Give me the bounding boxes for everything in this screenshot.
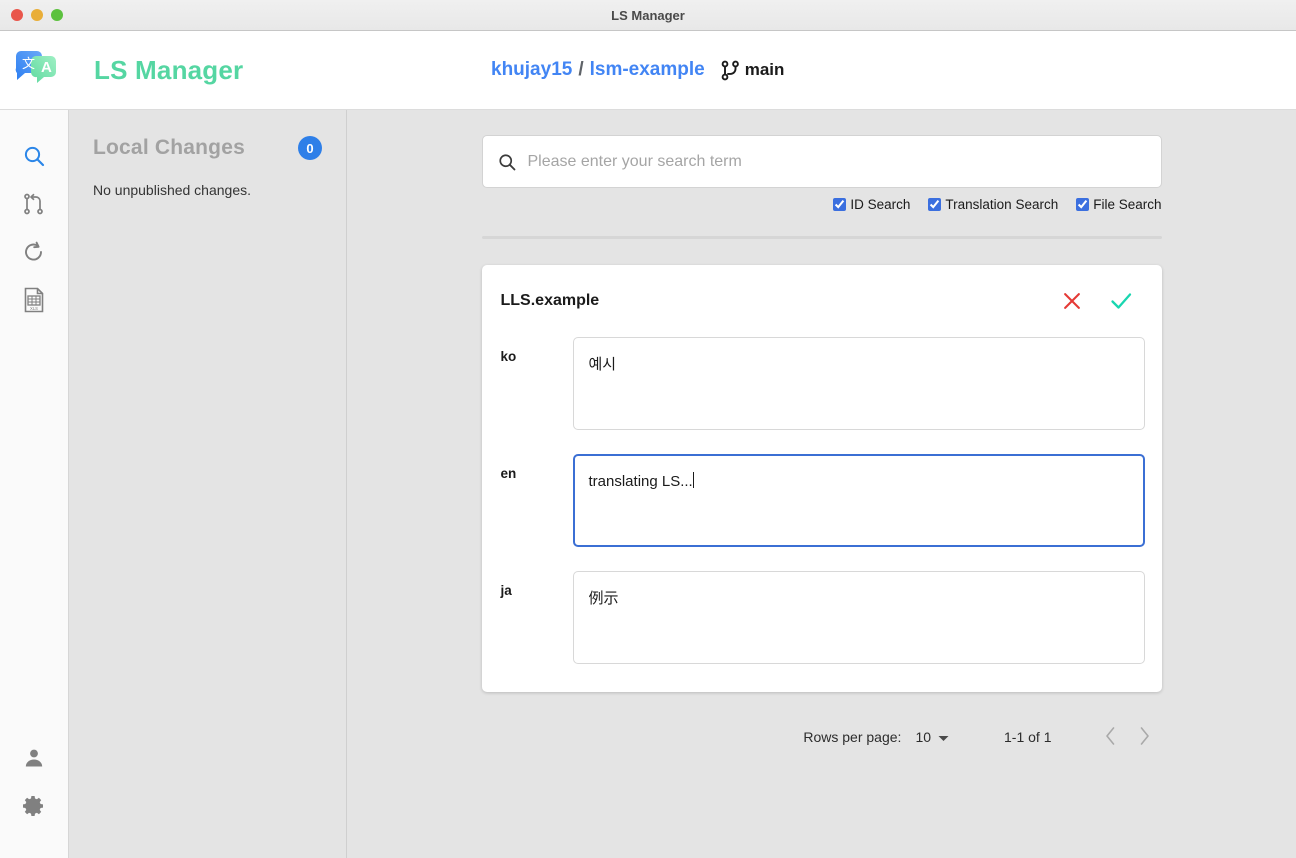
git-branch-icon — [721, 60, 740, 81]
local-changes-title: Local Changes — [93, 136, 245, 159]
rail-item-account[interactable] — [11, 736, 57, 784]
svg-text:文: 文 — [22, 57, 35, 72]
translation-field-ko-input[interactable]: 예시 — [572, 337, 1145, 430]
local-changes-panel: Local Changes 0 No unpublished changes. — [69, 110, 347, 858]
refresh-icon — [22, 240, 46, 269]
breadcrumb: khujay15 / lsm-example main — [491, 59, 784, 81]
translation-field-ko-value: 예시 — [588, 356, 617, 373]
translation-entry-card: LLS.example ko 예시 en translating LS... j… — [481, 265, 1162, 692]
translation-field-ja-input[interactable]: 例示 — [572, 571, 1145, 664]
xls-file-icon: XLS — [22, 287, 46, 318]
rows-per-page-value: 10 — [915, 729, 932, 745]
filter-file-search-checkbox[interactable] — [1076, 198, 1090, 211]
app-body: XLS Local Changes 0 No unpublished chang… — [0, 110, 1296, 858]
local-changes-count-badge: 0 — [298, 136, 322, 160]
pull-request-icon — [22, 192, 46, 221]
section-divider — [481, 236, 1162, 239]
local-changes-empty-message: No unpublished changes. — [93, 182, 252, 198]
breadcrumb-separator: / — [578, 59, 584, 80]
filter-translation-search[interactable]: Translation Search — [928, 197, 1058, 212]
rail-item-xls-export[interactable]: XLS — [11, 278, 57, 326]
search-bar[interactable] — [481, 135, 1162, 188]
filter-file-search-label: File Search — [1093, 197, 1162, 212]
content-column: ID Search Translation Search File Search — [481, 110, 1162, 754]
confirm-icon[interactable] — [1109, 289, 1133, 313]
filter-translation-search-label: Translation Search — [945, 197, 1059, 212]
window-title: LS Manager — [611, 7, 685, 23]
card-header: LLS.example — [482, 289, 1162, 313]
search-input[interactable] — [527, 152, 1147, 171]
breadcrumb-owner[interactable]: khujay15 — [491, 59, 572, 81]
search-icon — [497, 152, 517, 172]
rows-per-page-label: Rows per page: — [803, 729, 902, 745]
rail-item-search[interactable] — [11, 134, 57, 182]
chevron-down-icon — [938, 729, 949, 745]
page-range-label: 1-1 of 1 — [1004, 729, 1052, 745]
app-logo: 文 A — [0, 48, 69, 93]
search-filters: ID Search Translation Search File Search — [482, 197, 1162, 212]
rail-bottom-group — [11, 736, 57, 858]
translate-icon: 文 A — [13, 48, 57, 93]
local-changes-header: Local Changes 0 — [93, 136, 322, 160]
pagination: Rows per page: 10 1-1 of 1 — [482, 720, 1162, 754]
filter-id-search-checkbox[interactable] — [833, 198, 847, 211]
app-header: 文 A LS Manager khujay15 / lsm-example ma… — [0, 31, 1296, 110]
next-page-button[interactable] — [1128, 720, 1162, 754]
text-cursor — [692, 472, 694, 488]
svg-text:A: A — [41, 59, 52, 76]
filter-translation-search-checkbox[interactable] — [928, 198, 942, 211]
chevron-left-icon — [1105, 726, 1116, 748]
chevron-right-icon — [1139, 726, 1150, 748]
translation-field-en-value-wrap: translating LS... — [589, 472, 1129, 492]
search-icon — [22, 144, 46, 173]
svg-text:XLS: XLS — [30, 306, 38, 311]
rail-item-settings[interactable] — [11, 784, 57, 832]
translation-field-en-label: en — [500, 466, 517, 481]
filter-id-search[interactable]: ID Search — [833, 197, 910, 212]
translation-field-ko: ko 예시 — [482, 337, 1162, 430]
translation-field-ja: ja 例示 — [482, 571, 1162, 664]
translation-field-ja-label: ja — [500, 583, 512, 598]
rail-item-refresh[interactable] — [11, 230, 57, 278]
rows-per-page-select[interactable]: 10 — [915, 729, 949, 745]
gear-icon — [22, 794, 46, 823]
app-window: LS Manager 文 A LS Manager khujay15 / lsm… — [0, 0, 1296, 858]
window-titlebar: LS Manager — [0, 0, 1296, 31]
breadcrumb-repo[interactable]: lsm-example — [590, 59, 705, 81]
person-icon — [22, 746, 46, 775]
translation-field-ja-value: 例示 — [588, 590, 619, 607]
cancel-icon[interactable] — [1061, 290, 1083, 312]
breadcrumb-branch[interactable]: main — [745, 60, 785, 80]
filter-file-search[interactable]: File Search — [1076, 197, 1162, 212]
translation-field-en: en translating LS... — [482, 454, 1162, 547]
rail-item-pull-request[interactable] — [11, 182, 57, 230]
icon-rail: XLS — [0, 110, 69, 858]
previous-page-button[interactable] — [1094, 720, 1128, 754]
filter-id-search-label: ID Search — [850, 197, 911, 212]
translation-field-en-input[interactable]: translating LS... — [572, 454, 1145, 547]
translation-field-en-value: translating LS... — [588, 473, 693, 490]
main-content: ID Search Translation Search File Search — [347, 110, 1296, 858]
translation-field-ko-label: ko — [500, 349, 517, 364]
card-actions — [1061, 289, 1133, 313]
app-title: LS Manager — [94, 54, 244, 85]
translation-key-label: LLS.example — [500, 292, 600, 309]
